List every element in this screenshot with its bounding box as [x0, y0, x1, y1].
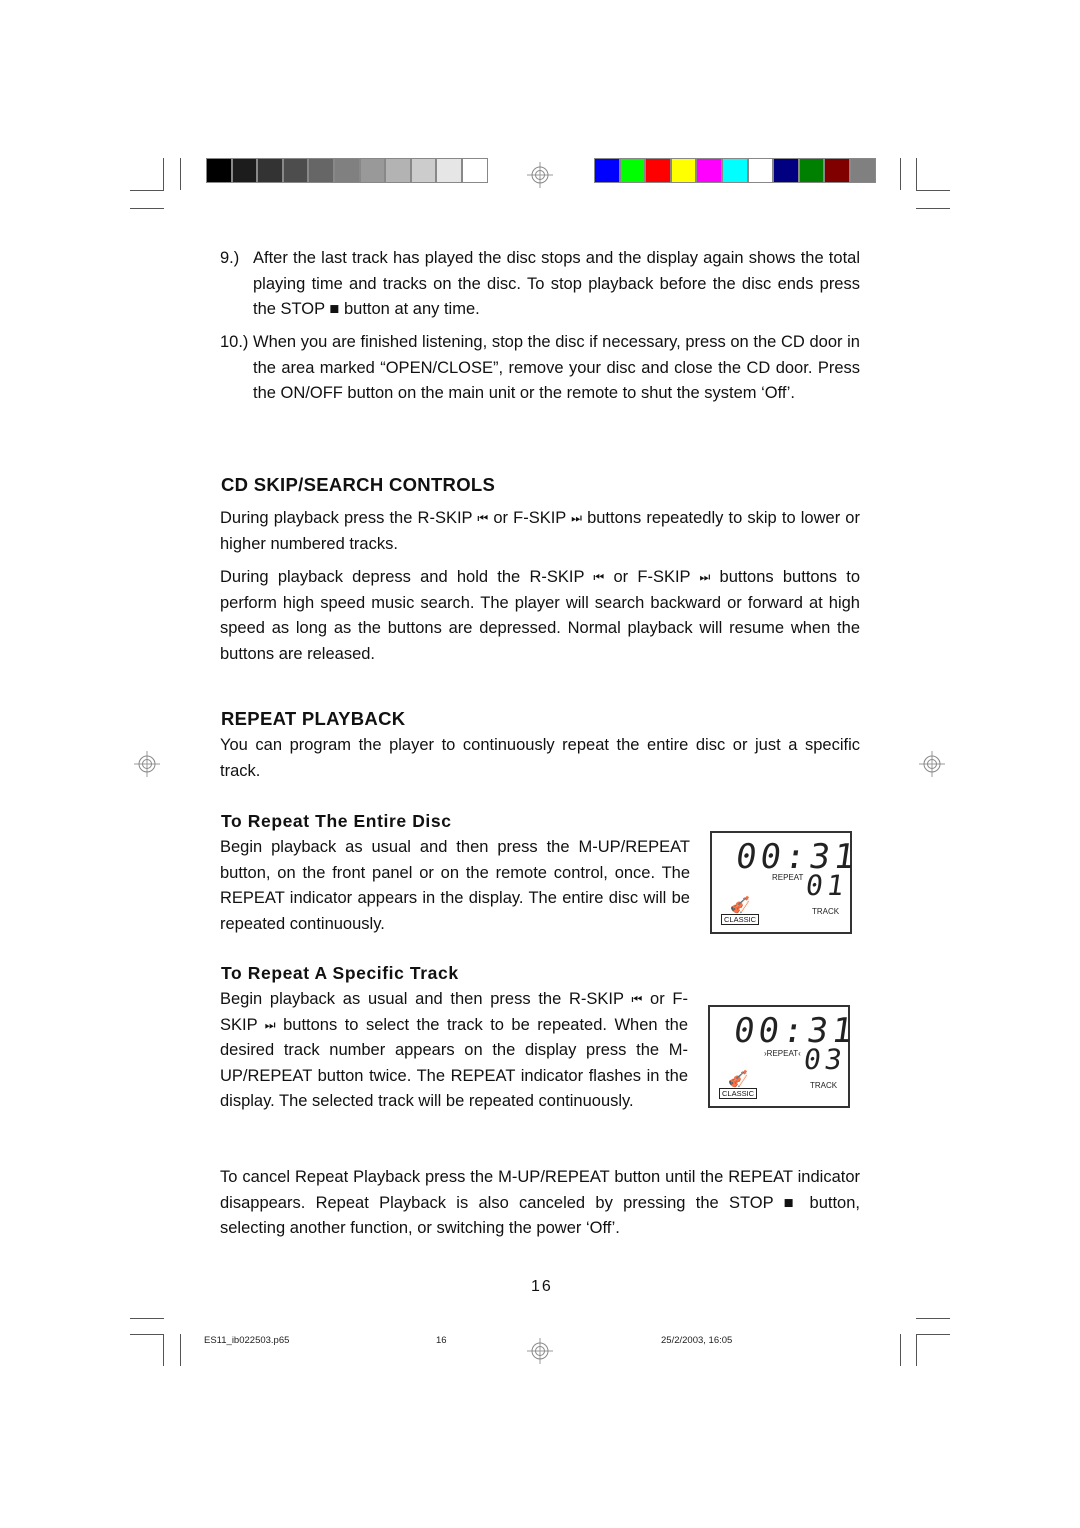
rskip-icon: ⏮: [593, 570, 605, 584]
color-swatch: [670, 158, 697, 183]
color-swatch: [594, 158, 620, 183]
lcd-display-repeat-disc: 00:31 REPEAT 01 TRACK 🎻 CLASSIC: [710, 831, 861, 934]
lcd-display-repeat-track: 00:31 ›REPEAT‹ 03 TRACK 🎻 CLASSIC: [708, 1005, 859, 1108]
lcd-track-label: TRACK: [812, 907, 840, 916]
repeat-entire-text: Begin playback as usual and then press t…: [220, 838, 690, 933]
crop-mark: [900, 1334, 901, 1366]
violin-icon: 🎻: [728, 1071, 748, 1088]
crop-mark: [916, 158, 917, 190]
crop-mark: [163, 158, 164, 190]
color-swatch: [436, 158, 462, 183]
color-swatch: [461, 158, 488, 183]
crop-mark: [130, 1318, 164, 1319]
color-swatch: [747, 158, 774, 183]
rskip-icon: ⏮: [631, 992, 643, 1006]
color-swatch: [206, 158, 232, 183]
color-swatch: [410, 158, 437, 183]
color-swatch: [282, 158, 309, 183]
color-swatch: [308, 158, 334, 183]
footer-filename: ES11_ib022503.p65: [204, 1335, 290, 1346]
lcd-track-number: 01: [803, 869, 851, 902]
crop-mark: [130, 190, 164, 191]
color-swatch: [231, 158, 258, 183]
repeat-specific-heading: To Repeat A Specific Track: [221, 963, 459, 983]
crop-mark: [130, 1334, 164, 1335]
violin-icon: 🎻: [730, 897, 750, 914]
footer-page: 16: [436, 1335, 447, 1346]
crop-mark: [900, 158, 901, 190]
fskip-icon: ⏭: [264, 1017, 276, 1032]
crop-mark: [916, 1334, 950, 1335]
skip-paragraph-1: During playback press the R-SKIP ⏮ or F-…: [220, 506, 860, 557]
crop-mark: [916, 190, 950, 191]
crop-mark: [180, 1334, 181, 1366]
color-swatch: [721, 158, 748, 183]
crop-mark: [916, 1318, 950, 1319]
crop-mark: [130, 208, 164, 209]
fskip-icon: ⏭: [571, 511, 582, 525]
step-number: 10.): [220, 333, 249, 351]
repeat-intro: You can program the player to continuous…: [220, 736, 860, 780]
lcd-repeat-indicator-flashing: ›REPEAT‹: [764, 1049, 801, 1058]
footer-date: 25/2/2003, 16:05: [661, 1335, 733, 1346]
step-text: After the last track has played the disc…: [253, 249, 860, 318]
registration-mark-icon: [527, 162, 553, 188]
crop-mark: [916, 208, 950, 209]
registration-mark-icon: [919, 751, 945, 777]
color-swatch: [645, 158, 671, 183]
crop-mark: [916, 1334, 917, 1366]
lcd-classic-mode: CLASSIC: [721, 914, 760, 925]
color-swatch: [773, 158, 799, 183]
registration-mark-icon: [527, 1338, 553, 1364]
repeat-specific-text: Begin playback as usual and then press t…: [220, 987, 688, 1115]
page-number: 16: [531, 1278, 553, 1295]
step-number: 9.): [220, 249, 240, 267]
repeat-heading: REPEAT PLAYBACK: [221, 708, 406, 729]
lcd-classic-mode: CLASSIC: [719, 1088, 758, 1099]
color-swatch: [333, 158, 360, 183]
step-10: 10.) When you are finished listening, st…: [220, 330, 860, 407]
color-swatch-bar: [594, 158, 876, 183]
color-swatch: [359, 158, 386, 183]
color-swatch: [619, 158, 646, 183]
fskip-icon: ⏭: [699, 570, 711, 584]
color-swatch: [385, 158, 411, 183]
step-text: When you are finished listening, stop th…: [253, 333, 860, 402]
skip-paragraph-2: During playback depress and hold the R-S…: [220, 565, 860, 667]
rskip-icon: ⏮: [477, 511, 489, 525]
registration-mark-icon: [134, 751, 160, 777]
color-swatch: [798, 158, 825, 183]
gray-swatch-bar: [206, 158, 488, 183]
lcd-track-label: TRACK: [810, 1081, 838, 1090]
skip-heading: CD SKIP/SEARCH CONTROLS: [221, 474, 496, 495]
lcd-repeat-indicator: REPEAT: [772, 873, 804, 882]
color-swatch: [849, 158, 876, 183]
color-swatch: [257, 158, 283, 183]
repeat-cancel-text: To cancel Repeat Playback press the M-UP…: [220, 1168, 860, 1237]
lcd-track-number: 03: [801, 1043, 849, 1076]
crop-mark: [180, 158, 181, 190]
color-swatch: [696, 158, 722, 183]
step-9: 9.) After the last track has played the …: [220, 246, 860, 323]
crop-mark: [163, 1334, 164, 1366]
repeat-entire-heading: To Repeat The Entire Disc: [221, 811, 452, 831]
color-swatch: [824, 158, 850, 183]
